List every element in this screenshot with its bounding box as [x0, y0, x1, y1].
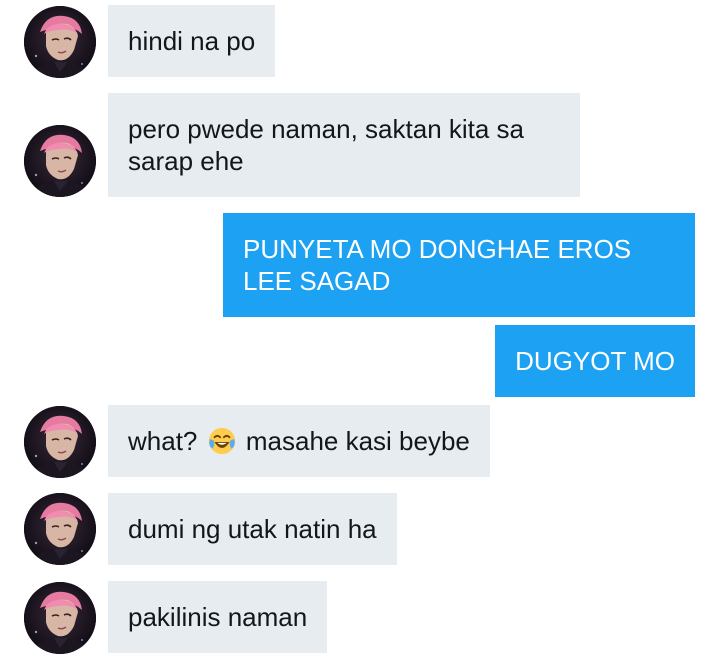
message-bubble-incoming[interactable]: pero pwede naman, saktan kita sa sarap e… — [108, 93, 580, 197]
avatar[interactable] — [24, 125, 96, 197]
profile-photo-icon — [24, 6, 96, 78]
message-text: what? masahe kasi beybe — [128, 425, 470, 457]
message-text: dumi ng utak natin ha — [128, 514, 377, 544]
message-text-part: masahe kasi beybe — [245, 426, 470, 456]
avatar[interactable] — [24, 406, 96, 478]
message-text: pakilinis naman — [128, 602, 308, 632]
message-bubble-incoming[interactable]: dumi ng utak natin ha — [108, 493, 397, 565]
profile-photo-icon — [24, 125, 96, 197]
message-text: PUNYETA MO DONGHAE EROS LEE SAGAD — [243, 233, 631, 297]
message-bubble-outgoing[interactable]: DUGYOT MO — [495, 325, 695, 397]
avatar[interactable] — [24, 493, 96, 565]
avatar[interactable] — [24, 6, 96, 78]
face-with-tears-of-joy-icon — [207, 426, 237, 456]
message-text: DUGYOT MO — [515, 346, 675, 376]
avatar[interactable] — [24, 582, 96, 654]
message-text-line: sarap ehe — [128, 146, 244, 176]
message-bubble-incoming[interactable]: hindi na po — [108, 5, 276, 77]
message-bubble-outgoing[interactable]: PUNYETA MO DONGHAE EROS LEE SAGAD — [223, 213, 695, 317]
profile-photo-icon — [24, 582, 96, 654]
message-text-line: pero pwede naman, saktan kita sa — [128, 114, 525, 144]
profile-photo-icon — [24, 493, 96, 565]
profile-photo-icon — [24, 406, 96, 478]
message-bubble-incoming[interactable]: what? masahe kasi beybe — [108, 405, 490, 477]
message-text-part: what? — [128, 426, 198, 456]
message-text: hindi na po — [128, 26, 256, 56]
message-bubble-incoming[interactable]: pakilinis naman — [108, 581, 328, 653]
message-text-line: LEE SAGAD — [243, 266, 391, 296]
message-text: pero pwede naman, saktan kita sa sarap e… — [128, 113, 524, 177]
message-text-line: PUNYETA MO DONGHAE EROS — [243, 234, 632, 264]
